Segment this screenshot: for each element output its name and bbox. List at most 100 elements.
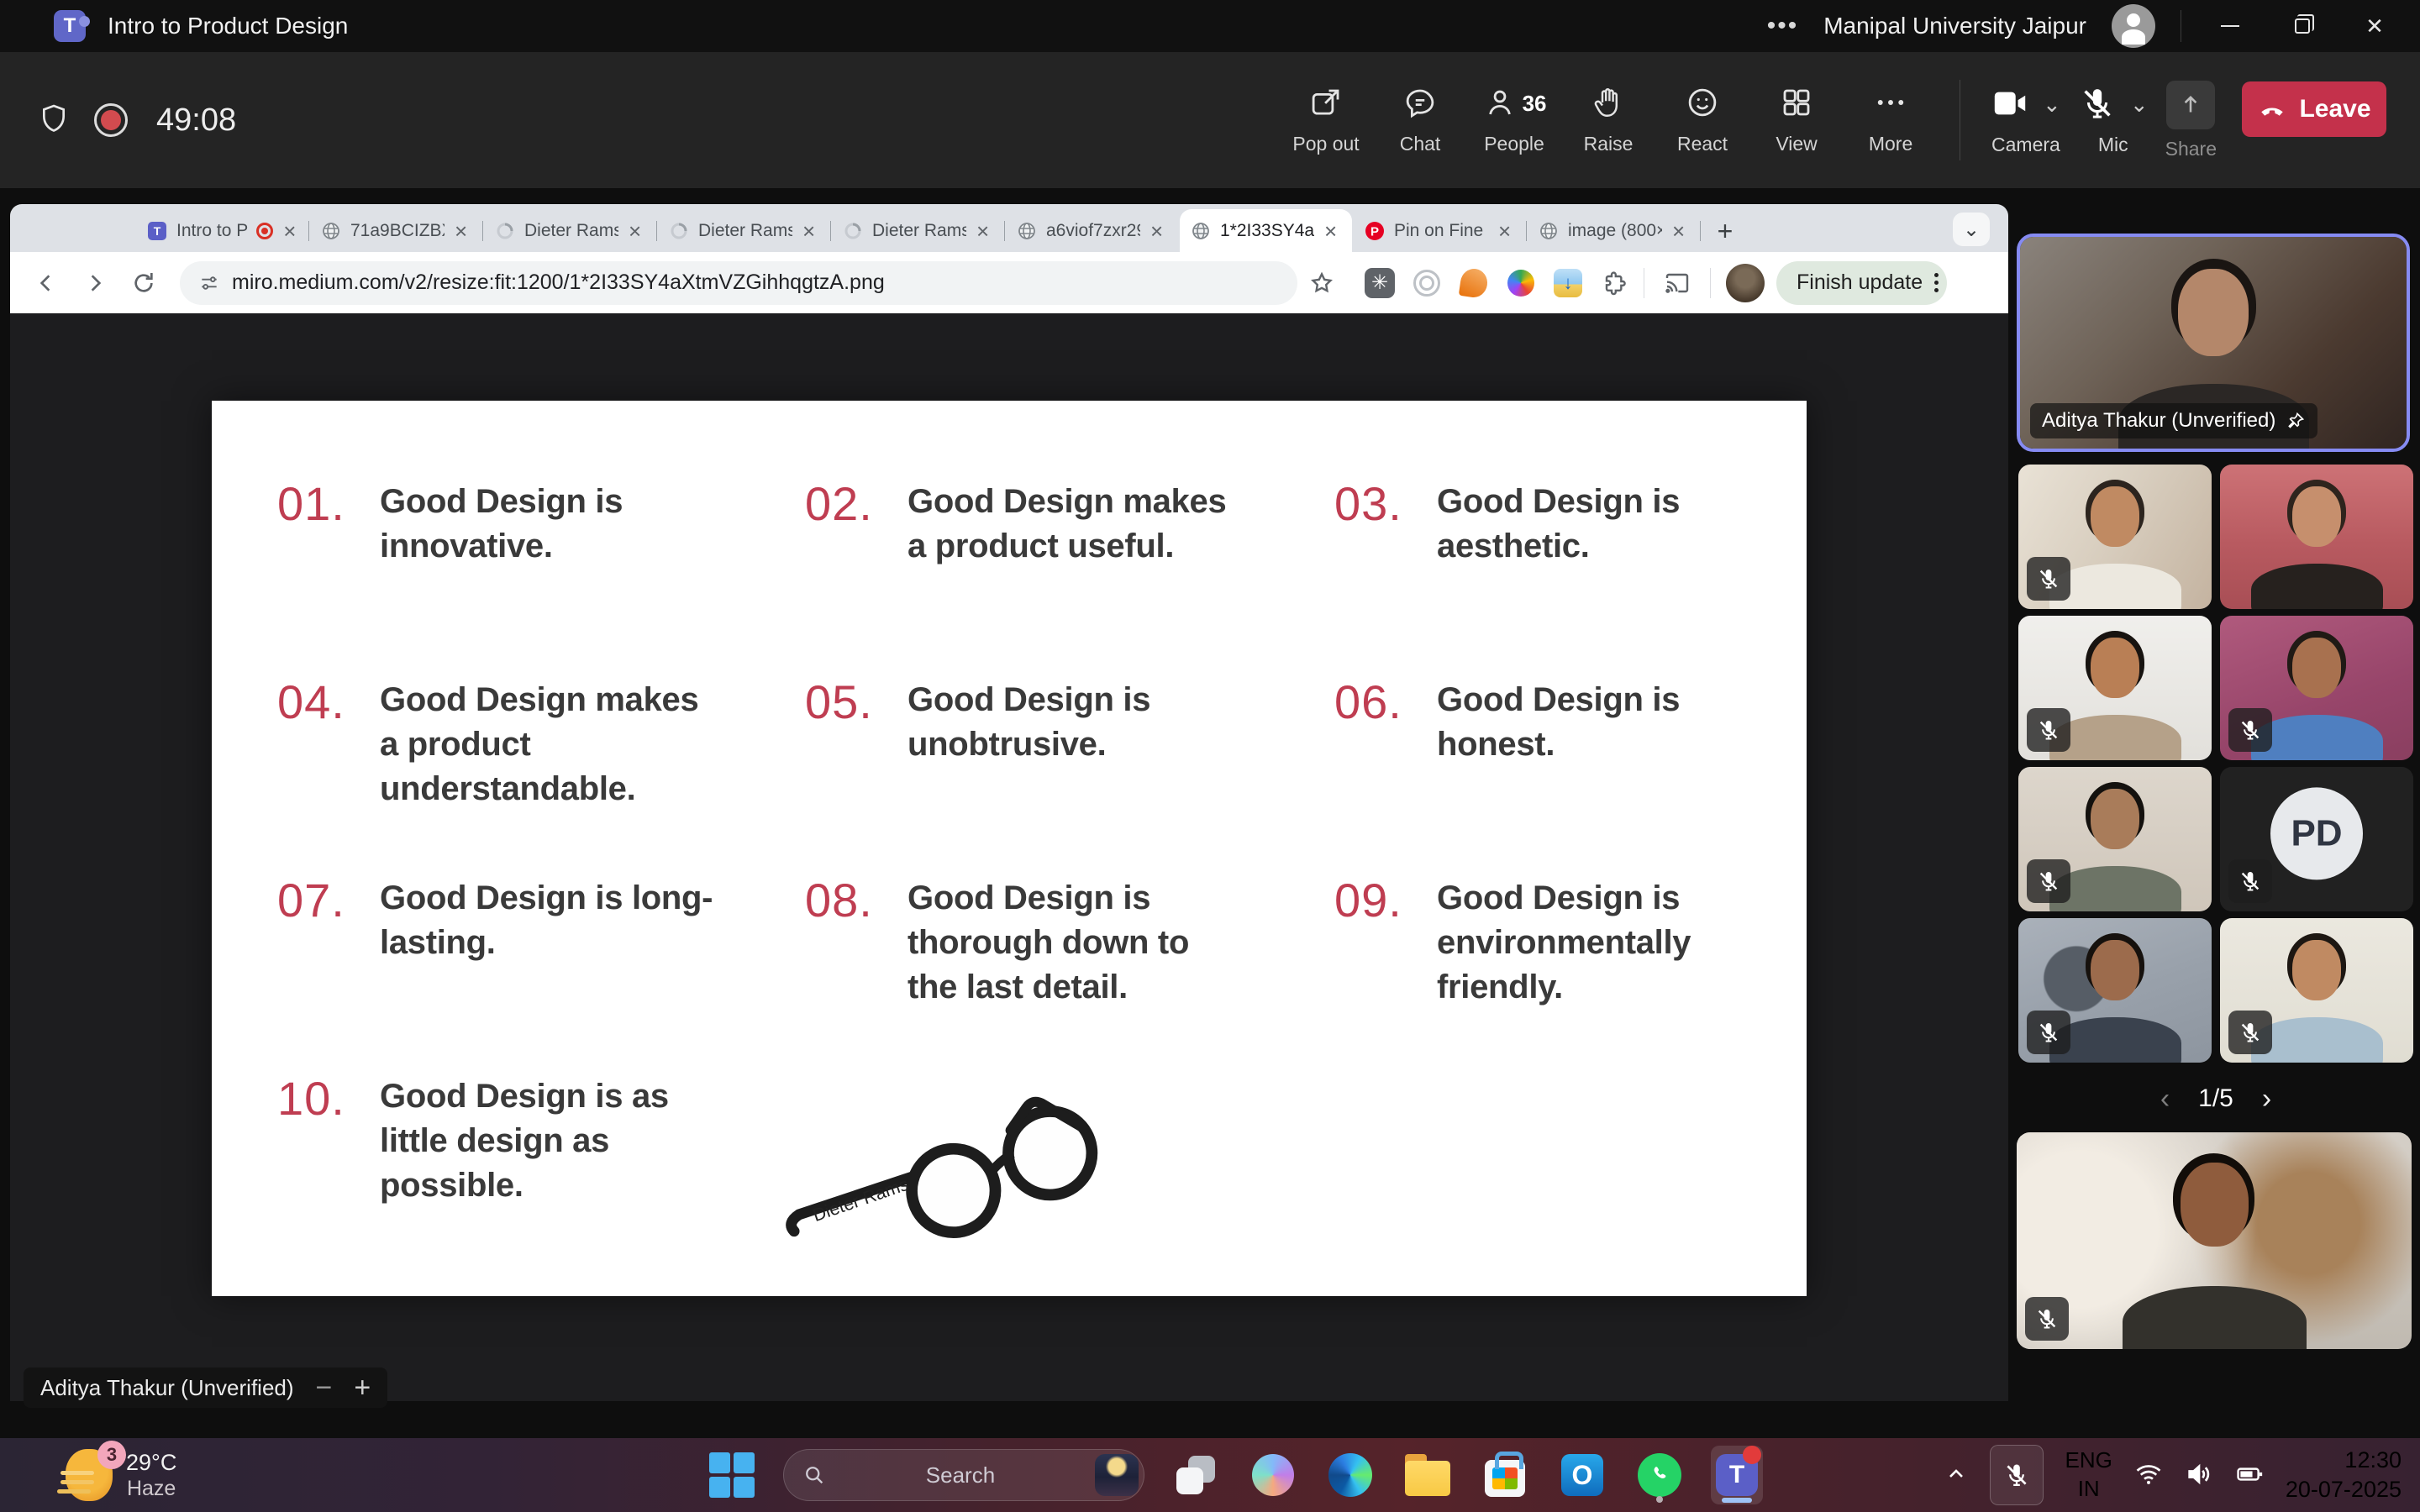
tab-close-icon[interactable]: × bbox=[801, 220, 817, 242]
browser-profile-avatar[interactable] bbox=[1726, 264, 1765, 302]
teams-favicon-icon: T bbox=[146, 220, 168, 242]
battery-icon[interactable] bbox=[2235, 1460, 2264, 1491]
account-avatar[interactable] bbox=[2112, 4, 2155, 48]
browser-tab[interactable]: 71a9BCIZBX × bbox=[310, 209, 482, 252]
principle-text: Good Design is honest. bbox=[1437, 678, 1773, 876]
react-icon bbox=[1685, 85, 1720, 123]
principle-text: Good Design makes a product useful. bbox=[908, 480, 1244, 678]
clock-widget[interactable]: 12:30 20-07-2025 bbox=[2286, 1446, 2402, 1504]
titlebar-more-icon[interactable]: ••• bbox=[1767, 12, 1799, 40]
taskbar-store[interactable] bbox=[1479, 1446, 1531, 1504]
participant-tile[interactable]: PD bbox=[2220, 767, 2413, 911]
share-button[interactable] bbox=[2166, 81, 2215, 129]
participant-tile[interactable] bbox=[2018, 616, 2212, 760]
tab-close-icon[interactable]: × bbox=[1670, 220, 1686, 242]
tray-mic-muted-icon[interactable] bbox=[1990, 1445, 2044, 1505]
popout-button[interactable]: Pop out bbox=[1279, 67, 1373, 173]
participant-tile[interactable] bbox=[2220, 918, 2413, 1063]
camera-button[interactable] bbox=[1991, 84, 2029, 125]
minimize-button[interactable] bbox=[2207, 8, 2254, 45]
raise-button[interactable]: Raise bbox=[1561, 67, 1655, 173]
more-button[interactable]: More bbox=[1844, 67, 1938, 173]
start-button[interactable] bbox=[706, 1446, 758, 1504]
finish-update-button[interactable]: Finish update bbox=[1776, 261, 1947, 305]
browser-tab[interactable]: a6viof7zxr29 × bbox=[1006, 209, 1178, 252]
zoom-in-button[interactable]: + bbox=[354, 1373, 371, 1402]
browser-tab[interactable]: Dieter Rams × bbox=[658, 209, 830, 252]
spinner-favicon-icon bbox=[494, 220, 516, 242]
tab-close-icon[interactable]: × bbox=[1497, 220, 1512, 242]
leave-button[interactable]: Leave bbox=[2242, 81, 2386, 137]
site-info-icon[interactable] bbox=[198, 272, 220, 294]
taskbar-task-view[interactable] bbox=[1170, 1446, 1222, 1504]
browser-tab[interactable]: P Pin on Fine t × bbox=[1354, 209, 1526, 252]
glasses-illustration-icon: Dieter Rams bbox=[755, 1069, 1158, 1268]
restore-button[interactable] bbox=[2279, 8, 2326, 45]
extension-icon[interactable]: ↓ bbox=[1548, 263, 1588, 303]
active-speaker-tile[interactable]: Aditya Thakur (Unverified) bbox=[2017, 234, 2410, 452]
tab-close-icon[interactable]: × bbox=[1323, 220, 1339, 242]
language-switcher[interactable]: ENG IN bbox=[2065, 1446, 2112, 1504]
pin-icon[interactable] bbox=[2286, 411, 2306, 431]
participant-tile[interactable] bbox=[2018, 465, 2212, 609]
search-icon bbox=[802, 1463, 826, 1487]
browser-tab[interactable]: Dieter Rams × bbox=[484, 209, 656, 252]
react-button[interactable]: React bbox=[1655, 67, 1749, 173]
tab-close-icon[interactable]: × bbox=[627, 220, 643, 242]
tab-close-icon[interactable]: × bbox=[281, 220, 297, 242]
close-button[interactable]: ✕ bbox=[2351, 8, 2398, 45]
people-button[interactable]: 36 People bbox=[1467, 67, 1561, 173]
taskbar-search[interactable]: Search bbox=[783, 1449, 1144, 1501]
chat-button[interactable]: Chat bbox=[1373, 67, 1467, 173]
tab-list-chevron-icon[interactable]: ⌄ bbox=[1953, 213, 1990, 246]
taskbar-whatsapp[interactable] bbox=[1634, 1446, 1686, 1504]
bookmark-star-icon[interactable] bbox=[1297, 259, 1346, 307]
participant-tile[interactable] bbox=[2220, 465, 2413, 609]
mic-muted-button[interactable] bbox=[2078, 84, 2117, 125]
extensions-puzzle-icon[interactable] bbox=[1595, 263, 1635, 303]
mic-options-chevron-icon[interactable]: ⌄ bbox=[2130, 92, 2149, 118]
self-video-tile[interactable] bbox=[2017, 1132, 2412, 1349]
wifi-icon[interactable] bbox=[2134, 1460, 2163, 1491]
volume-icon[interactable] bbox=[2185, 1460, 2213, 1491]
tab-close-icon[interactable]: × bbox=[453, 220, 469, 242]
forward-button[interactable] bbox=[71, 259, 119, 307]
participant-tile[interactable] bbox=[2018, 767, 2212, 911]
taskbar-edge[interactable] bbox=[1324, 1446, 1376, 1504]
pager-next-icon[interactable]: › bbox=[2262, 1083, 2271, 1116]
meeting-timer: 49:08 bbox=[156, 102, 236, 139]
taskbar-outlook[interactable]: O bbox=[1556, 1446, 1608, 1504]
cast-icon[interactable] bbox=[1653, 259, 1702, 307]
reload-button[interactable] bbox=[119, 259, 168, 307]
extension-icon[interactable] bbox=[1407, 263, 1447, 303]
principle-number: 05. bbox=[805, 678, 892, 876]
taskbar-copilot[interactable] bbox=[1247, 1446, 1299, 1504]
view-button[interactable]: View bbox=[1749, 67, 1844, 173]
tab-close-icon[interactable]: × bbox=[1149, 220, 1165, 242]
participant-tile[interactable] bbox=[2220, 616, 2413, 760]
pager-prev-icon[interactable]: ‹ bbox=[2160, 1083, 2170, 1116]
tray-chevron-icon[interactable] bbox=[1944, 1462, 1968, 1488]
browser-tab[interactable]: Dieter Rams × bbox=[832, 209, 1004, 252]
new-tab-button[interactable]: + bbox=[1708, 214, 1742, 248]
zoom-out-button[interactable]: − bbox=[316, 1373, 333, 1402]
taskbar-file-explorer[interactable] bbox=[1402, 1446, 1454, 1504]
extension-icon[interactable]: ✳ bbox=[1360, 263, 1400, 303]
browser-menu-kebab-icon[interactable] bbox=[1934, 273, 1939, 292]
browser-tab[interactable]: T Intro to P × bbox=[136, 209, 308, 252]
participant-tile[interactable] bbox=[2018, 918, 2212, 1063]
weather-widget[interactable]: 3 29°C Haze bbox=[66, 1449, 176, 1502]
speaker-name-pill: Aditya Thakur (Unverified) bbox=[2030, 403, 2317, 438]
browser-tab[interactable]: 1*2I33SY4a × bbox=[1180, 209, 1352, 252]
extension-icon[interactable] bbox=[1454, 263, 1494, 303]
popout-label: Pop out bbox=[1292, 133, 1359, 155]
tab-close-icon[interactable]: × bbox=[975, 220, 991, 242]
address-bar[interactable]: miro.medium.com/v2/resize:fit:1200/1*2I3… bbox=[180, 261, 1297, 305]
org-name: Manipal University Jaipur bbox=[1823, 13, 2086, 39]
back-button[interactable] bbox=[22, 259, 71, 307]
browser-tab[interactable]: image (800× × bbox=[1528, 209, 1700, 252]
taskbar-teams[interactable]: T bbox=[1711, 1446, 1763, 1504]
camera-options-chevron-icon[interactable]: ⌄ bbox=[2043, 92, 2061, 118]
tab-label: Dieter Rams bbox=[698, 221, 792, 241]
extension-icon[interactable] bbox=[1501, 263, 1541, 303]
